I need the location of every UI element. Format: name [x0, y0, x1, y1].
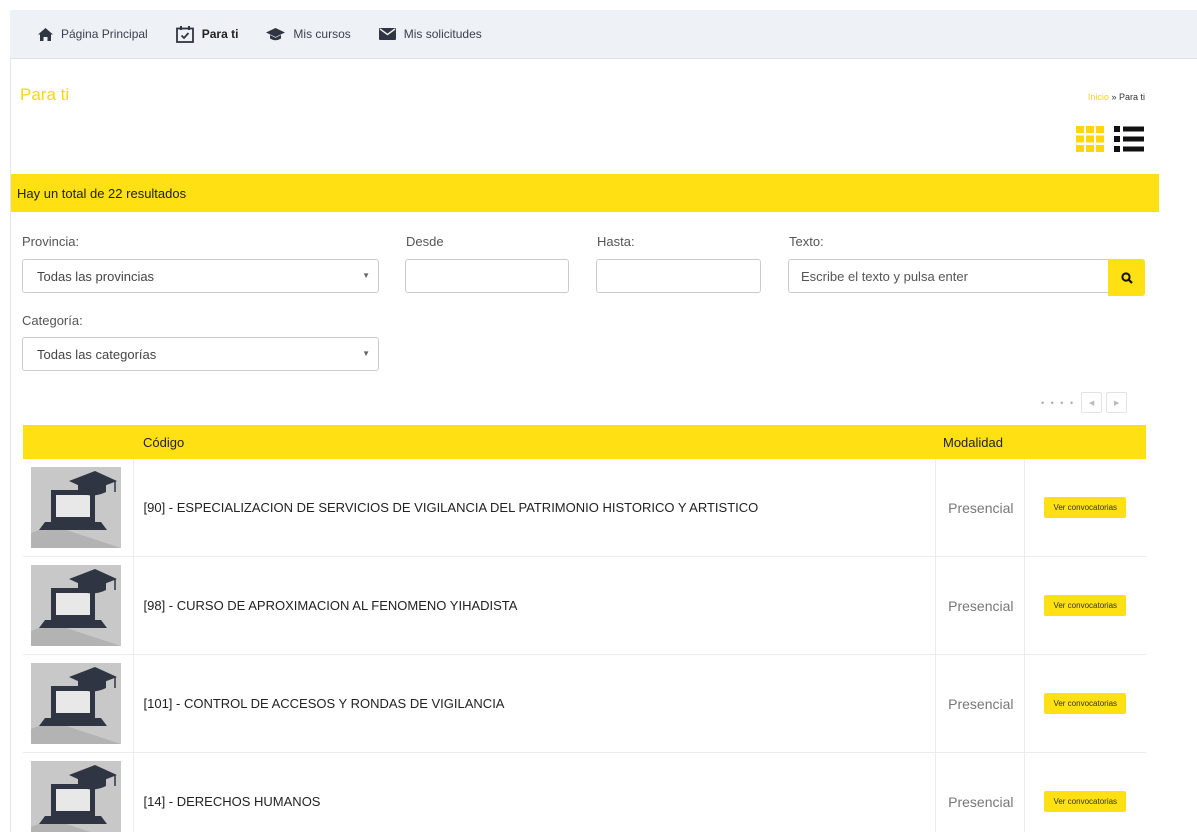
- graduation-cap-icon: [266, 27, 286, 40]
- desde-input[interactable]: [405, 259, 569, 293]
- home-icon: [38, 27, 53, 41]
- ver-convocatorias-button[interactable]: Ver convocatorias: [1044, 595, 1127, 616]
- nav-item-label: Para ti: [201, 27, 239, 41]
- page-title: Para ti: [20, 85, 70, 104]
- texto-label: Texto:: [789, 234, 824, 249]
- table-row: [98] - CURSO DE APROXIMACION AL FENOMENO…: [23, 556, 1146, 655]
- course-modalidad-cell: Presencial: [935, 556, 1025, 655]
- nav-item-label: Mis solicitudes: [403, 27, 482, 41]
- search-button[interactable]: [1108, 259, 1145, 296]
- pagination-dots: • • • •: [1041, 397, 1076, 408]
- provincia-label: Provincia:: [22, 234, 80, 249]
- header-codigo: Código: [143, 434, 185, 450]
- list-view-icon[interactable]: [1114, 126, 1144, 152]
- header-modalidad: Modalidad: [943, 434, 1003, 450]
- nav-item-mis-cursos[interactable]: Mis cursos: [266, 27, 351, 41]
- course-thumbnail: [31, 565, 121, 646]
- course-action-cell: Ver convocatorias: [1024, 459, 1146, 557]
- breadcrumb-link-inicio[interactable]: Inicio: [1088, 92, 1109, 102]
- header-image: [23, 425, 133, 459]
- laptop-graduation-icon: [31, 765, 117, 832]
- caret-down-icon: ▼: [362, 349, 370, 358]
- course-thumbnail: [31, 663, 121, 744]
- table-header-row: Código Modalidad: [23, 425, 1146, 459]
- course-code-cell: [90] - ESPECIALIZACION DE SERVICIOS DE V…: [133, 459, 936, 557]
- course-code-cell: [98] - CURSO DE APROXIMACION AL FENOMENO…: [133, 556, 936, 655]
- calendar-check-icon: [175, 25, 194, 43]
- table-row: [101] - CONTROL DE ACCESOS Y RONDAS DE V…: [23, 654, 1146, 753]
- nav-item-para-ti[interactable]: Para ti: [175, 25, 239, 43]
- laptop-graduation-icon: [31, 667, 121, 744]
- header-action: [1024, 425, 1146, 459]
- hasta-input[interactable]: [596, 259, 761, 293]
- nav-item-label: Página Principal: [61, 27, 148, 41]
- top-navigation: Página Principal Para ti Mis cursos Mis …: [10, 10, 1197, 59]
- next-page-button[interactable]: ▶: [1106, 392, 1128, 413]
- course-modalidad-cell: Presencial: [935, 752, 1025, 832]
- laptop-graduation-icon: [31, 471, 121, 548]
- ver-convocatorias-button[interactable]: Ver convocatorias: [1044, 791, 1127, 812]
- course-code-cell: [14] - DERECHOS HUMANOS: [133, 752, 936, 832]
- view-toggle: [1076, 126, 1144, 152]
- breadcrumb-current: Para ti: [1118, 92, 1145, 102]
- course-code-cell: [101] - CONTROL DE ACCESOS Y RONDAS DE V…: [133, 654, 936, 753]
- results-count-text: Hay un total de 22 resultados: [17, 186, 187, 201]
- prev-page-button[interactable]: ◀: [1081, 392, 1103, 413]
- envelope-icon: [378, 28, 396, 40]
- ver-convocatorias-button[interactable]: Ver convocatorias: [1044, 693, 1127, 714]
- grid-view-icon[interactable]: [1076, 126, 1104, 152]
- provincia-select-value: Todas las provincias: [37, 269, 155, 284]
- course-thumbnail-cell: [23, 752, 134, 832]
- course-action-cell: Ver convocatorias: [1024, 655, 1146, 753]
- courses-table: Código Modalidad [90] - ESPECIALIZACION …: [23, 425, 1146, 832]
- laptop-graduation-icon: [31, 569, 121, 646]
- categoria-select[interactable]: Todas las categorías ▼: [22, 337, 379, 371]
- nav-item-mis-solicitudes[interactable]: Mis solicitudes: [378, 27, 482, 41]
- breadcrumb: Inicio » Para ti: [1088, 92, 1145, 102]
- desde-label: Desde: [406, 234, 444, 249]
- course-action-cell: Ver convocatorias: [1024, 753, 1146, 832]
- course-action-cell: Ver convocatorias: [1024, 557, 1146, 655]
- breadcrumb-separator: »: [1111, 92, 1117, 102]
- course-thumbnail-cell: [23, 459, 134, 557]
- categoria-label: Categoría:: [22, 313, 83, 328]
- texto-search-input[interactable]: Escribe el texto y pulsa enter: [788, 259, 1109, 293]
- pagination: • • • • ◀ ▶: [1041, 392, 1128, 413]
- table-row: [90] - ESPECIALIZACION DE SERVICIOS DE V…: [23, 459, 1146, 557]
- course-thumbnail: [31, 761, 121, 832]
- categoria-select-value: Todas las categorías: [37, 347, 157, 362]
- results-count-bar: Hay un total de 22 resultados: [11, 174, 1159, 212]
- texto-search-placeholder: Escribe el texto y pulsa enter: [801, 269, 968, 284]
- provincia-select[interactable]: Todas las provincias ▼: [22, 259, 379, 293]
- course-thumbnail-cell: [23, 654, 134, 753]
- course-modalidad-cell: Presencial: [935, 459, 1025, 557]
- course-modalidad-cell: Presencial: [935, 654, 1025, 753]
- nav-item-pagina-principal[interactable]: Página Principal: [38, 27, 148, 41]
- nav-item-label: Mis cursos: [293, 27, 351, 41]
- search-icon: [1120, 271, 1133, 284]
- course-thumbnail: [31, 467, 121, 548]
- ver-convocatorias-button[interactable]: Ver convocatorias: [1044, 497, 1127, 518]
- hasta-label: Hasta:: [597, 234, 635, 249]
- course-thumbnail-cell: [23, 556, 134, 655]
- table-row: [14] - DERECHOS HUMANOS Presencial Ver c…: [23, 752, 1146, 832]
- caret-down-icon: ▼: [362, 271, 370, 280]
